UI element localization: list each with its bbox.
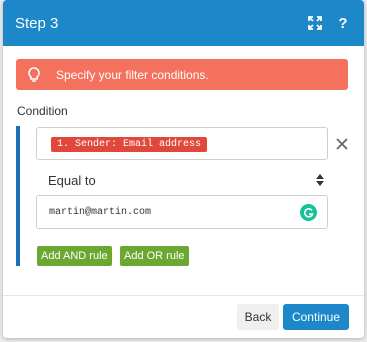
filter-dialog: Step 3 ? Specify your filter conditions.…	[3, 0, 364, 338]
condition-value: martin@martin.com	[49, 207, 152, 218]
help-button[interactable]: ?	[334, 14, 352, 32]
dialog-title: Step 3	[15, 14, 59, 32]
footer-divider	[3, 295, 364, 296]
condition-value-input[interactable]: martin@martin.com	[36, 195, 328, 229]
close-icon[interactable]	[335, 137, 349, 151]
condition-label: Condition	[17, 104, 68, 118]
continue-button[interactable]: Continue	[283, 304, 349, 330]
expand-icon[interactable]	[306, 14, 324, 32]
field-tag: 1. Sender: Email address	[51, 137, 208, 152]
back-button[interactable]: Back	[237, 304, 279, 330]
grammarly-icon[interactable]	[300, 204, 317, 221]
chevron-updown-icon	[316, 174, 324, 186]
add-or-rule-button[interactable]: Add OR rule	[120, 246, 189, 266]
operator-select[interactable]: Equal to	[36, 166, 328, 194]
hint-text: Specify your filter conditions.	[56, 67, 209, 82]
lightbulb-icon	[16, 66, 52, 83]
operator-value: Equal to	[48, 172, 96, 188]
add-and-rule-button[interactable]: Add AND rule	[37, 246, 112, 266]
hint-banner: Specify your filter conditions.	[16, 59, 348, 90]
condition-field-input[interactable]: 1. Sender: Email address	[36, 127, 328, 160]
dialog-header: Step 3 ?	[3, 0, 364, 46]
condition-group-bar	[16, 126, 20, 266]
